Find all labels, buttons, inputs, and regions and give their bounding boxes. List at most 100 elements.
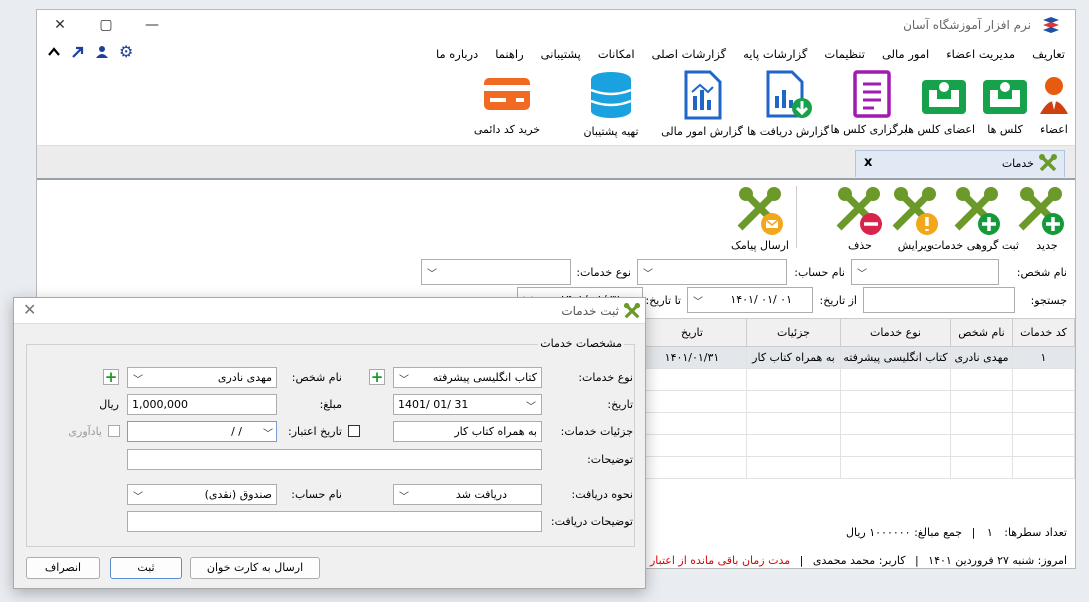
tab-services[interactable]: خدمات x xyxy=(855,150,1065,177)
app-title: نرم افزار آموزشگاه آسان xyxy=(903,18,1031,32)
account-label: نام حساب: xyxy=(291,488,342,501)
receive-description-input[interactable] xyxy=(127,511,542,532)
minimize-window-button[interactable]: — xyxy=(129,10,175,40)
maximize-window-button[interactable]: ▢ xyxy=(83,10,129,40)
person-filter-label: نام شخص: xyxy=(1016,266,1067,279)
close-tab-icon[interactable]: x xyxy=(864,155,872,170)
date-label: تاریخ: xyxy=(607,398,633,411)
save-button[interactable]: ثبت xyxy=(110,557,182,579)
ribbon-receipts-report-button[interactable]: گزارش دریافت ها xyxy=(747,70,829,138)
class-icon xyxy=(983,80,1027,114)
table-row[interactable] xyxy=(637,434,1075,457)
person-filter-select[interactable]: ﹀ xyxy=(851,259,999,285)
receive-method-select[interactable]: دریافت شد ﹀ xyxy=(393,484,542,505)
date-input[interactable]: 1401/ 01/ 31 ﹀ xyxy=(393,394,542,415)
from-date-label: از تاریخ: xyxy=(819,294,857,307)
person-icon xyxy=(1040,77,1068,114)
add-person-button[interactable]: + xyxy=(103,368,119,386)
gear-icon[interactable]: ⚙ xyxy=(119,44,133,63)
account-select[interactable]: صندوق (نقدی) ﹀ xyxy=(127,484,277,505)
report-download-icon xyxy=(766,70,812,118)
user-icon[interactable] xyxy=(95,45,109,63)
dialog-title: ثبت خدمات xyxy=(561,304,619,318)
column-header-person[interactable]: نام شخص xyxy=(950,318,1013,347)
ribbon-finance-report-button[interactable]: گزارش امور مالی xyxy=(659,70,745,138)
reminder-checkbox[interactable] xyxy=(108,425,120,437)
table-row[interactable] xyxy=(637,390,1075,413)
description-label: توضیحات: xyxy=(587,453,633,466)
tools-icon xyxy=(1038,153,1058,176)
new-button[interactable]: جدید xyxy=(1018,184,1067,252)
collapse-ribbon-icon[interactable] xyxy=(47,45,61,63)
tools-warning-icon xyxy=(892,187,938,235)
dialog-title-bar: ثبت خدمات ✕ xyxy=(14,298,645,324)
menu-features[interactable]: امکانات xyxy=(598,47,635,61)
add-service-type-button[interactable]: + xyxy=(369,368,385,386)
reminder-label: یادآوری xyxy=(68,425,102,438)
delete-button[interactable]: حذف xyxy=(835,184,885,252)
ribbon-buy-license-button[interactable]: خرید کد دائمی xyxy=(469,70,545,136)
receive-method-label: نحوه دریافت: xyxy=(571,488,634,501)
service-type-filter-label: نوع خدمات: xyxy=(576,266,631,279)
account-filter-select[interactable]: ﹀ xyxy=(637,259,787,285)
person-select[interactable]: مهدی نادری ﹀ xyxy=(127,367,277,388)
grid-summary: تعداد سطرها: ۱ | جمع مبالغ: ۱۰۰۰۰۰۰ ریال xyxy=(846,526,1067,539)
chevron-down-icon: ﹀ xyxy=(263,429,273,440)
column-header-code[interactable]: کد خدمات xyxy=(1012,318,1075,347)
search-input[interactable] xyxy=(863,287,1015,313)
ribbon-classes-button[interactable]: کلس ها xyxy=(979,70,1031,136)
ribbon-hold-classes-button[interactable]: برگزاری کلس ها xyxy=(831,70,907,136)
ribbon-backup-button[interactable]: تهیه پشتیبان xyxy=(575,70,647,138)
menu-help[interactable]: راهنما xyxy=(495,47,523,61)
cancel-button[interactable]: انصراف xyxy=(26,557,100,579)
chevron-down-icon: ﹀ xyxy=(526,402,536,413)
table-row[interactable] xyxy=(637,368,1075,391)
app-logo-icon xyxy=(1041,16,1061,37)
menu-support[interactable]: پشتیبانی xyxy=(541,47,581,61)
ribbon-class-members-button[interactable]: اعضای کلس ها xyxy=(905,70,975,136)
amount-input[interactable]: 1,000,000 xyxy=(127,394,277,415)
tools-icon xyxy=(623,302,641,323)
chevron-down-icon: ﹀ xyxy=(693,297,703,308)
column-header-date[interactable]: تاریخ xyxy=(637,318,747,347)
description-input[interactable] xyxy=(127,449,542,470)
send-to-card-reader-button[interactable]: ارسال به کارت خوان xyxy=(190,557,320,579)
tools-minus-icon xyxy=(836,187,882,235)
title-bar: نرم افزار آموزشگاه آسان ✕ ▢ — xyxy=(37,10,1075,40)
from-date-input[interactable]: ۱۴۰۱/ ۰۱/ ۰۱ ﹀ xyxy=(687,287,813,313)
group-services-button[interactable]: ثبت گروهی خدمات xyxy=(931,184,1019,252)
chevron-down-icon: ﹀ xyxy=(133,492,143,503)
service-type-filter-select[interactable]: ﹀ xyxy=(421,259,571,285)
menu-finance[interactable]: امور مالی xyxy=(882,47,929,61)
menu-main-reports[interactable]: گزارشات اصلی xyxy=(652,47,727,61)
menu-basic-reports[interactable]: گزارشات پایه xyxy=(743,47,807,61)
menu-settings[interactable]: تنظیمات xyxy=(824,47,865,61)
tools-plus-icon xyxy=(1018,187,1064,235)
card-icon xyxy=(484,78,530,110)
tools-mail-icon xyxy=(737,187,783,235)
search-label: جستجو: xyxy=(1030,294,1067,307)
external-link-icon[interactable] xyxy=(71,45,85,63)
amount-label: مبلغ: xyxy=(319,398,342,411)
service-details-input[interactable]: به همراه کتاب کار xyxy=(393,421,542,442)
chevron-down-icon: ﹀ xyxy=(399,492,409,503)
service-type-select[interactable]: کتاب انگلیسی پیشرفته ﹀ xyxy=(393,367,542,388)
service-type-label: نوع خدمات: xyxy=(578,371,633,384)
column-header-details[interactable]: جزئیات xyxy=(746,318,841,347)
column-header-type[interactable]: نوع خدمات xyxy=(840,318,951,347)
menu-definitions[interactable]: تعاریف xyxy=(1032,47,1065,61)
table-row[interactable] xyxy=(637,456,1075,479)
services-grid: کد خدمات نام شخص نوع خدمات جزئیات تاریخ … xyxy=(637,318,1075,518)
close-window-button[interactable]: ✕ xyxy=(37,10,83,40)
edit-button[interactable]: ویرایش xyxy=(889,184,941,252)
ribbon-members-button[interactable]: اعضاء xyxy=(1037,70,1071,136)
validity-date-checkbox[interactable] xyxy=(348,425,360,437)
tools-plus-icon xyxy=(954,187,1000,235)
send-sms-button[interactable]: ارسال پیامک xyxy=(729,184,791,252)
menu-members[interactable]: مدیریت اعضاء xyxy=(946,47,1015,61)
close-dialog-icon[interactable]: ✕ xyxy=(23,300,36,319)
table-row[interactable] xyxy=(637,412,1075,435)
validity-date-input[interactable]: / / ﹀ xyxy=(127,421,277,442)
menu-about[interactable]: درباره ما xyxy=(436,47,478,61)
table-row[interactable]: ۱ مهدی نادری کتاب انگلیسی پیشرفته به همر… xyxy=(637,346,1075,369)
